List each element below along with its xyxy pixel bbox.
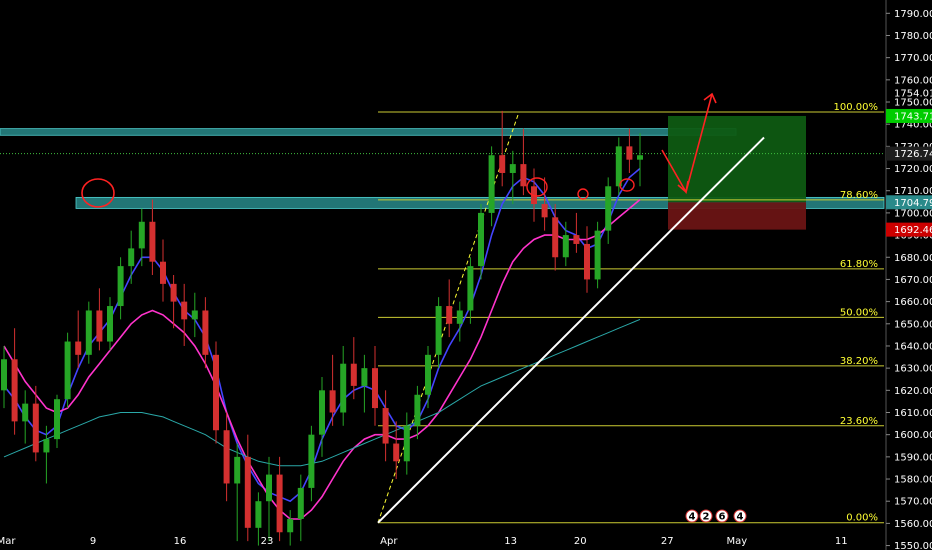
y-tick-label: 1650.00 xyxy=(894,319,932,330)
event-badge[interactable]: 4 xyxy=(733,509,747,523)
chart-background xyxy=(0,0,932,550)
y-tick-label: 1580.00 xyxy=(894,475,932,486)
x-tick-label: 23 xyxy=(261,536,274,547)
y-tick-label: 1610.00 xyxy=(894,408,932,419)
event-badge[interactable]: 6 xyxy=(715,509,729,523)
fib-level-label: 61.80% xyxy=(840,259,878,270)
candle xyxy=(64,332,71,409)
fib-level-label: 78.60% xyxy=(840,190,878,201)
y-tick-label: 1720.00 xyxy=(894,164,932,175)
x-tick-label: 16 xyxy=(174,536,187,547)
x-tick-label: 13 xyxy=(504,536,517,547)
x-tick-label: 9 xyxy=(90,536,96,547)
price-label: 1704.79 xyxy=(894,198,932,209)
y-tick-label: 1560.00 xyxy=(894,519,932,530)
price-label: 1726.74 xyxy=(894,149,932,160)
fib-level-label: 38.20% xyxy=(840,356,878,367)
resistance-zone xyxy=(0,128,737,136)
candlestick-chart[interactable]: 100.00% 78.60% 61.80% 50.00% 38.20% 23.60% 0.0… xyxy=(0,0,932,550)
x-tick-label: 27 xyxy=(661,536,674,547)
y-tick-label: 1680.00 xyxy=(894,253,932,264)
candle xyxy=(213,341,219,444)
event-badge[interactable]: 4 xyxy=(685,509,699,523)
price-label: 1754.01 xyxy=(894,89,932,100)
y-tick-label: 1620.00 xyxy=(894,386,932,397)
y-tick-label: 1780.00 xyxy=(894,31,932,42)
x-tick-label: Apr xyxy=(380,536,398,547)
x-tick-label: Mar xyxy=(0,536,16,547)
candle xyxy=(594,221,601,289)
fib-level-label: 0.00% xyxy=(846,513,878,524)
event-badge-label: 4 xyxy=(737,512,744,523)
price-label: 1692.46 xyxy=(894,225,932,236)
y-tick-label: 1590.00 xyxy=(894,452,932,463)
fib-level-label: 100.00% xyxy=(834,102,879,113)
y-tick-label: 1760.00 xyxy=(894,75,932,86)
y-tick-label: 1640.00 xyxy=(894,341,932,352)
y-tick-label: 1550.00 xyxy=(894,541,932,550)
x-tick-label: 11 xyxy=(835,536,848,547)
trade-profit-box xyxy=(668,115,806,203)
y-tick-label: 1770.00 xyxy=(894,53,932,64)
event-badge[interactable]: 2 xyxy=(699,509,713,523)
y-tick-label: 1600.00 xyxy=(894,430,932,441)
candle xyxy=(85,301,92,364)
event-badge-label: 2 xyxy=(703,512,710,523)
trade-loss-box xyxy=(668,202,806,230)
x-tick-label: May xyxy=(726,536,747,547)
y-tick-label: 1660.00 xyxy=(894,297,932,308)
event-badge-label: 6 xyxy=(719,512,726,523)
fib-level-label: 50.00% xyxy=(840,307,878,318)
y-tick-label: 1670.00 xyxy=(894,275,932,286)
event-badge-label: 4 xyxy=(689,512,696,523)
y-tick-label: 1790.00 xyxy=(894,9,932,20)
fib-level-label: 23.60% xyxy=(840,416,878,427)
x-tick-label: 20 xyxy=(574,536,587,547)
y-tick-label: 1570.00 xyxy=(894,497,932,508)
y-tick-label: 1630.00 xyxy=(894,364,932,375)
y-tick-label: 1700.00 xyxy=(894,208,932,219)
price-label: 1743.71 xyxy=(894,111,932,122)
